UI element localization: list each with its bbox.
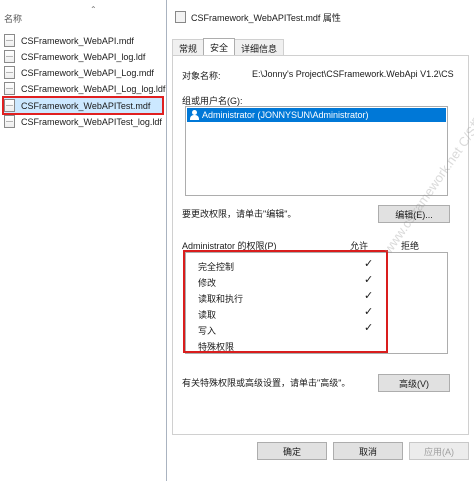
- object-name-label: 对象名称:: [182, 71, 221, 81]
- allow-checkmark-icon: ✓: [364, 306, 374, 318]
- cancel-button[interactable]: 取消: [333, 442, 403, 460]
- permission-read-execute: 读取和执行: [198, 294, 244, 304]
- allow-checkmark-icon: ✓: [364, 258, 374, 270]
- object-name-value: E:\Jonny's Project\CSFramework.WebApi V1…: [252, 69, 454, 79]
- name-column-header[interactable]: 名称: [4, 12, 22, 25]
- database-file-icon: [4, 99, 15, 112]
- permissions-list: 完全控制 ✓ 修改 ✓ 读取和执行 ✓ 读取 ✓ 写入 ✓ 特殊权限: [185, 252, 448, 354]
- tab-general[interactable]: 常规: [172, 39, 205, 56]
- allow-column-header: 允许: [350, 241, 369, 251]
- database-file-icon: [4, 34, 15, 47]
- database-file-icon: [4, 82, 15, 95]
- file-item[interactable]: CSFramework_WebAPI.mdf: [4, 33, 162, 48]
- user-icon: [189, 109, 199, 121]
- file-item-selected[interactable]: CSFramework_WebAPITest.mdf: [2, 96, 164, 115]
- ok-button[interactable]: 确定: [257, 442, 327, 460]
- permissions-label: Administrator 的权限(P): [182, 241, 277, 251]
- user-list-item[interactable]: Administrator (JONNYSUN\Administrator): [187, 108, 446, 122]
- file-name: CSFramework_WebAPITest_log.ldf: [21, 116, 162, 127]
- tab-details[interactable]: 详细信息: [234, 39, 285, 56]
- apply-button[interactable]: 应用(A): [409, 442, 469, 460]
- allow-checkmark-icon: ✓: [364, 322, 374, 334]
- permission-full-control: 完全控制: [198, 262, 235, 272]
- file-item[interactable]: CSFramework_WebAPITest_log.ldf: [4, 114, 162, 129]
- permission-read: 读取: [198, 310, 217, 320]
- dialog-title: CSFramework_WebAPITest.mdf 属性: [191, 13, 341, 23]
- permission-modify: 修改: [198, 278, 217, 288]
- permission-write: 写入: [198, 326, 217, 336]
- file-name: CSFramework_WebAPI_Log.mdf: [21, 67, 154, 78]
- advanced-settings-hint: 有关特殊权限或高级设置，请单击"高级"。: [182, 378, 351, 388]
- tab-security[interactable]: 安全: [203, 38, 236, 56]
- user-list[interactable]: Administrator (JONNYSUN\Administrator): [185, 106, 448, 196]
- deny-column-header: 拒绝: [401, 241, 420, 251]
- dialog-titlebar[interactable]: CSFramework_WebAPITest.mdf 属性: [167, 0, 474, 30]
- file-item[interactable]: CSFramework_WebAPI_log.ldf: [4, 49, 162, 64]
- properties-dialog: CSFramework_WebAPITest.mdf 属性 常规 安全 详细信息…: [166, 0, 474, 481]
- chevron-up-icon: ⌃: [90, 5, 97, 14]
- advanced-button[interactable]: 高级(V): [378, 374, 450, 392]
- edit-button[interactable]: 编辑(E)...: [378, 205, 450, 223]
- file-name: CSFramework_WebAPITest.mdf: [21, 100, 151, 111]
- file-item[interactable]: CSFramework_WebAPI_Log.mdf: [4, 65, 162, 80]
- file-name: CSFramework_WebAPI.mdf: [21, 35, 134, 46]
- file-name: CSFramework_WebAPI_log.ldf: [21, 51, 146, 62]
- change-permissions-hint: 要更改权限，请单击"编辑"。: [182, 209, 297, 219]
- allow-checkmark-icon: ✓: [364, 290, 374, 302]
- user-name: Administrator (JONNYSUN\Administrator): [202, 110, 369, 120]
- database-file-icon: [4, 115, 15, 128]
- file-item[interactable]: CSFramework_WebAPI_Log_log.ldf: [4, 81, 166, 96]
- file-name: CSFramework_WebAPI_Log_log.ldf: [21, 83, 166, 94]
- tab-strip: 常规 安全 详细信息: [172, 38, 285, 56]
- allow-checkmark-icon: ✓: [364, 274, 374, 286]
- security-tab-panel: 对象名称: E:\Jonny's Project\CSFramework.Web…: [172, 55, 474, 435]
- database-file-icon: [4, 66, 15, 79]
- file-explorer-pane: 名称 ⌃ CSFramework_WebAPI.mdf CSFramework_…: [0, 0, 166, 481]
- database-file-icon: [4, 50, 15, 63]
- permission-special: 特殊权限: [198, 342, 235, 352]
- file-icon: [175, 11, 186, 23]
